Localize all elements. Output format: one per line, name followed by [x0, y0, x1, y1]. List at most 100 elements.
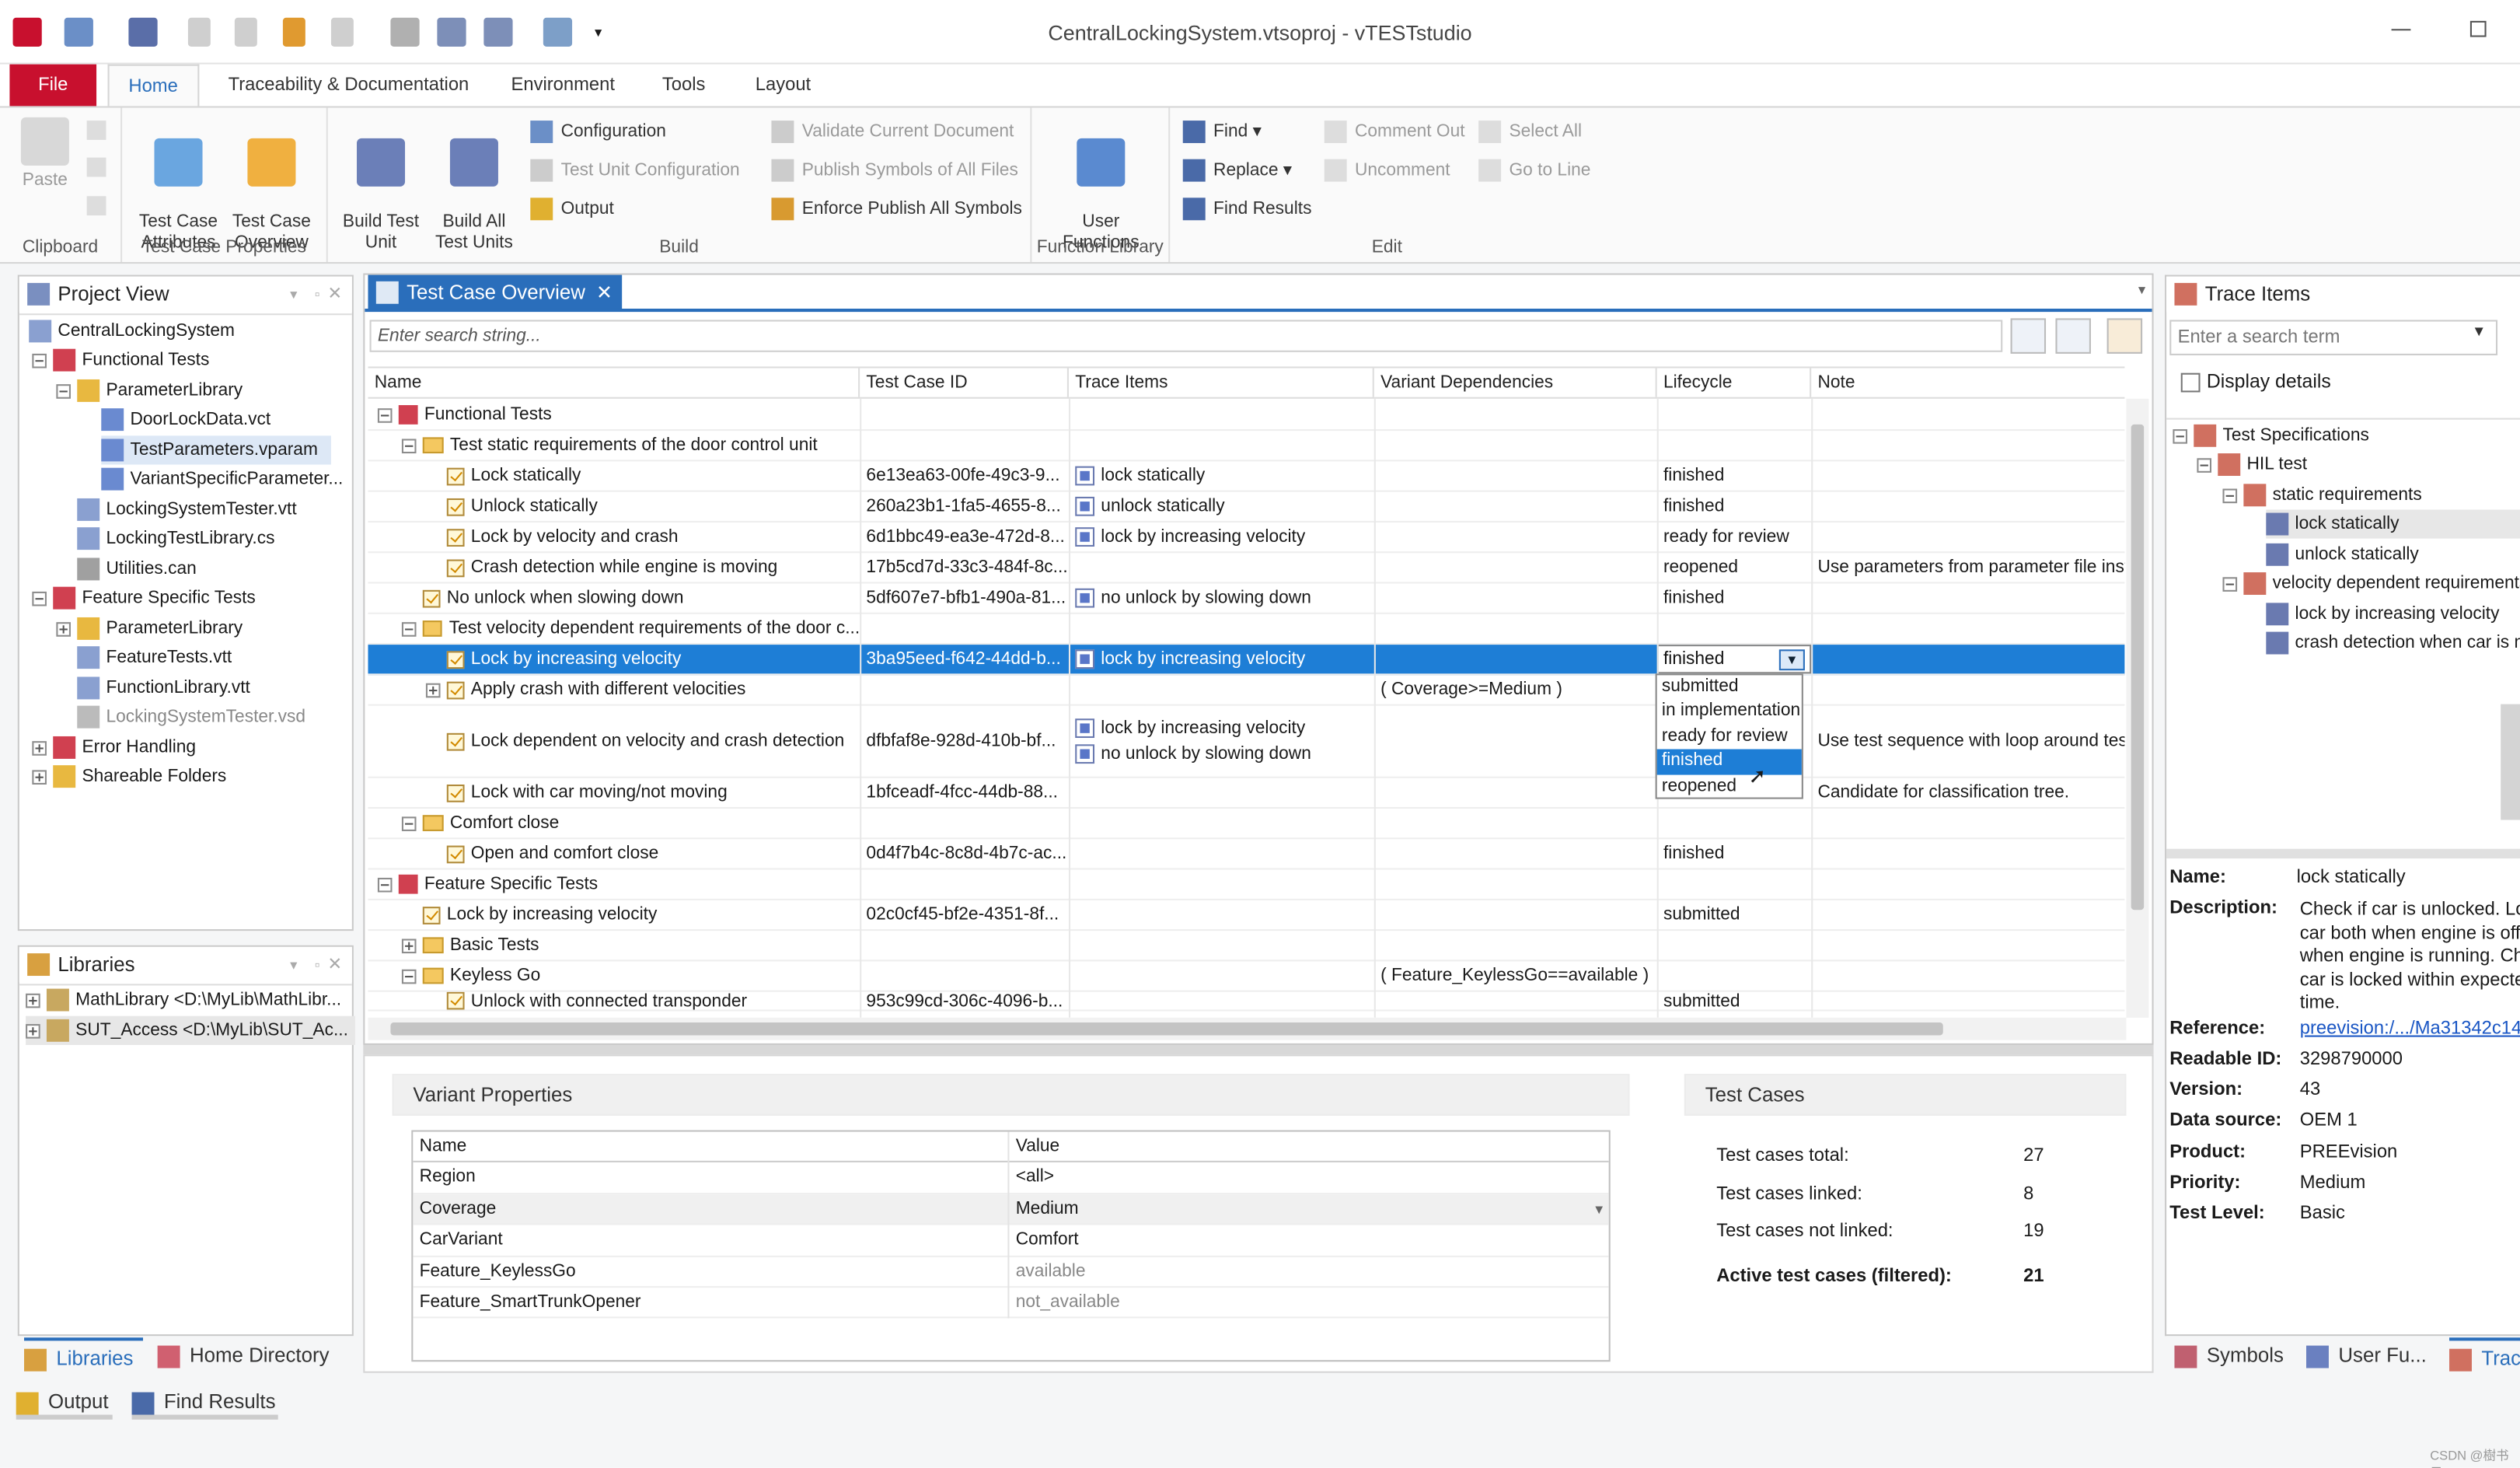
cell-lifecycle[interactable]: finished ▼: [1656, 645, 1812, 674]
trace-tree-crash-detection[interactable]: crash detection when car is m: [2266, 628, 2520, 657]
dropdown-icon[interactable]: ▾: [290, 277, 297, 312]
cell-lifecycle[interactable]: finished: [1657, 584, 1811, 613]
tree-item-error-handling[interactable]: Error Handling: [32, 733, 196, 762]
comment-out-button[interactable]: Comment Out: [1324, 117, 1465, 146]
table-row[interactable]: No unlock when slowing down 5df607e7-bfb1…: [368, 584, 2125, 614]
expand-icon[interactable]: [401, 938, 417, 953]
horizontal-scrollbar[interactable]: [368, 1017, 2127, 1040]
filter-icon[interactable]: [2010, 318, 2047, 354]
cell-lifecycle[interactable]: [1657, 614, 1811, 643]
expand-icon[interactable]: [56, 621, 71, 636]
tab-user-functions[interactable]: User Fu...: [2306, 1337, 2427, 1372]
expand-icon[interactable]: [26, 992, 40, 1008]
tab-layout[interactable]: Layout: [736, 65, 830, 107]
trace-tree-unlock-statically[interactable]: unlock statically: [2266, 540, 2419, 569]
table-row[interactable]: Keyless Go ( Feature_KeylessGo==available…: [368, 961, 2125, 992]
collapse-icon[interactable]: [2173, 428, 2188, 443]
tab-symbols[interactable]: Symbols: [2174, 1337, 2284, 1372]
trace-tree-lock-statically[interactable]: lock statically: [2266, 509, 2520, 539]
cell-lifecycle[interactable]: finished: [1657, 839, 1811, 868]
tree-item-project[interactable]: CentralLockingSystem: [29, 316, 235, 345]
tree-item-lockingtestlibrary[interactable]: LockingTestLibrary.cs: [77, 524, 274, 553]
find-button[interactable]: Find ▾: [1182, 117, 1262, 146]
cell-lifecycle[interactable]: [1657, 931, 1811, 959]
test-case-overview-button[interactable]: Test Case Overview: [225, 117, 318, 254]
tab-output[interactable]: Output: [16, 1384, 112, 1420]
table-row[interactable]: Open and comfort close 0d4f7b4c-8c8d-4b7c…: [368, 839, 2125, 870]
pin-icon[interactable]: ▫: [315, 277, 320, 312]
lifecycle-option[interactable]: in implementation: [1657, 700, 1802, 725]
tree-item-lockingsystemtester[interactable]: LockingSystemTester.vtt: [77, 495, 297, 524]
close-tab-icon[interactable]: ✕: [596, 275, 613, 310]
collapse-icon[interactable]: [32, 353, 47, 368]
restore-icon[interactable]: [2469, 20, 2487, 37]
lifecycle-option[interactable]: reopened: [1657, 774, 1802, 799]
tree-item-lockingsystemtester-vsd[interactable]: LockingSystemTester.vsd: [77, 703, 305, 732]
table-row[interactable]: Comfort close: [368, 809, 2125, 840]
go-to-line-button[interactable]: Go to Line: [1478, 156, 1590, 185]
cell-lifecycle[interactable]: [1657, 961, 1811, 990]
tree-item-featuretests[interactable]: FeatureTests.vtt: [77, 643, 232, 672]
validate-current-document-button[interactable]: Validate Current Document: [771, 117, 1014, 146]
cell-lifecycle[interactable]: finished: [1657, 492, 1811, 521]
display-details-checkbox[interactable]: [2180, 372, 2201, 393]
table-row[interactable]: Lock by increasing velocity 02c0cf45-bf2e…: [368, 900, 2125, 931]
tab-file[interactable]: File: [9, 64, 97, 107]
expand-icon[interactable]: [425, 682, 441, 697]
collapse-icon[interactable]: [377, 876, 393, 892]
detail-reference-link[interactable]: preevision:/.../Ma31342c14: [2300, 1019, 2520, 1039]
table-row[interactable]: Test static requirements of the door con…: [368, 431, 2125, 462]
tab-environment[interactable]: Environment: [492, 65, 634, 107]
library-item-sut[interactable]: SUT_Access <D:\MyLib\SUT_Ac...: [26, 1015, 355, 1045]
table-row-selected[interactable]: Lock by increasing velocity 3ba95eed-f642…: [368, 645, 2125, 676]
expand-icon[interactable]: [26, 1023, 40, 1038]
table-row[interactable]: Unlock statically 260a23b1-1fa5-4655-8...…: [368, 492, 2125, 523]
configuration-button[interactable]: Configuration: [530, 117, 666, 146]
trace-tree-test-specifications[interactable]: Test Specifications: [2173, 421, 2369, 450]
tab-list-icon[interactable]: ▾: [2138, 281, 2145, 299]
collapse-icon[interactable]: [2222, 488, 2238, 503]
close-icon[interactable]: ✕: [327, 277, 342, 312]
lifecycle-option[interactable]: submitted: [1657, 675, 1802, 700]
column-note[interactable]: Note: [1811, 368, 2124, 397]
cell-lifecycle[interactable]: reopened: [1657, 553, 1811, 582]
collapse-icon[interactable]: [401, 968, 417, 984]
trace-tree-velocity-dependent[interactable]: velocity dependent requirements: [2222, 569, 2520, 598]
collapse-icon[interactable]: [401, 816, 417, 830]
variant-row[interactable]: Feature_KeylessGo available: [413, 1257, 1609, 1288]
tab-libraries[interactable]: Libraries: [24, 1337, 143, 1372]
cell-lifecycle[interactable]: [1657, 809, 1811, 837]
search-input[interactable]: Enter search string...: [369, 320, 2003, 352]
tab-test-case-overview[interactable]: Test Case Overview ✕: [368, 274, 623, 311]
collapse-icon[interactable]: [32, 591, 47, 606]
find-results-button[interactable]: Find Results: [1182, 194, 1311, 223]
coverage-dropdown-icon[interactable]: ▼: [1586, 1194, 1605, 1225]
column-trace-items[interactable]: Trace Items: [1069, 368, 1374, 397]
vertical-scroll-thumb[interactable]: [2131, 424, 2145, 911]
copy-icon[interactable]: [86, 157, 106, 177]
lifecycle-dropdown-icon[interactable]: ▼: [1778, 649, 1805, 671]
trace-tree-hil-test[interactable]: HIL test: [2197, 450, 2307, 479]
search-options-icon[interactable]: [2055, 318, 2091, 354]
tab-find-results[interactable]: Find Results: [131, 1384, 279, 1420]
tree-item-feature-specific[interactable]: Feature Specific Tests: [32, 584, 256, 613]
tree-item-functionlibrary[interactable]: FunctionLibrary.vtt: [77, 673, 250, 702]
pin-icon[interactable]: ▫: [315, 947, 320, 982]
tab-home[interactable]: Home: [107, 64, 199, 107]
column-lifecycle[interactable]: Lifecycle: [1657, 368, 1812, 397]
uncomment-button[interactable]: Uncomment: [1324, 156, 1450, 185]
vertical-scrollbar[interactable]: [2126, 398, 2149, 1018]
replace-button[interactable]: Replace ▾: [1182, 156, 1292, 185]
collapse-icon[interactable]: [2222, 576, 2238, 592]
build-all-test-units-button[interactable]: Build All Test Units: [424, 117, 524, 254]
trace-search-input[interactable]: Enter a search term: [2169, 320, 2498, 355]
delete-icon[interactable]: [86, 196, 106, 216]
lifecycle-dropdown-list[interactable]: submitted in implementation ready for re…: [1655, 673, 1803, 799]
tab-trace-items[interactable]: Trac: [2449, 1337, 2520, 1372]
column-name[interactable]: Name: [368, 368, 860, 397]
cell-lifecycle[interactable]: ready for review: [1657, 523, 1811, 551]
tree-item-doorlockdata[interactable]: DoorLockData.vct: [101, 405, 270, 434]
paste-button[interactable]: Paste: [16, 117, 74, 191]
tree-item-parameter-library-2[interactable]: ParameterLibrary: [56, 614, 243, 643]
horizontal-splitter[interactable]: [363, 1044, 2154, 1055]
